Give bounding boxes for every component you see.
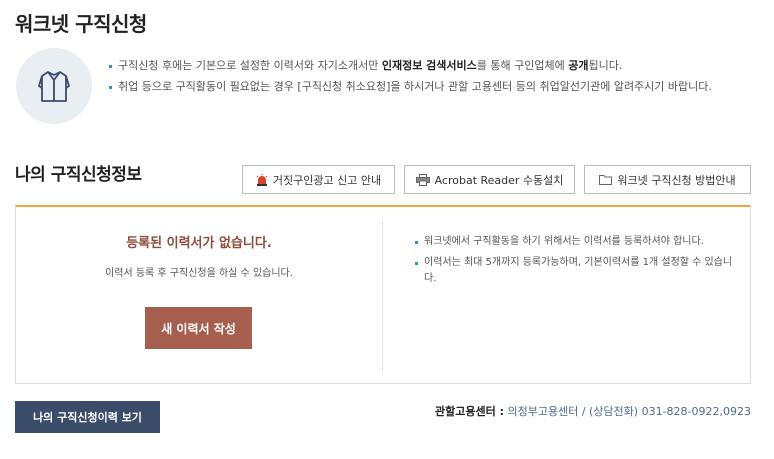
button-label: 워크넷 구직신청 방법안내 bbox=[617, 173, 736, 187]
printer-icon bbox=[415, 173, 430, 186]
button-label: 거짓구인광고 신고 안내 bbox=[272, 173, 382, 187]
create-resume-button[interactable]: 새 이력서 작성 bbox=[145, 307, 252, 349]
notice-item: 취업 등으로 구직활동이 필요없는 경우 [구직신청 취소요청]을 하시거나 관… bbox=[108, 78, 758, 95]
notice-item: 구직신청 후에는 기본으로 설정한 이력서와 자기소개서만 인재정보 검색서비스… bbox=[108, 57, 758, 74]
jobseek-info-panel: 등록된 이력서가 없습니다. 이력서 등록 후 구직신청을 하실 수 있습니다.… bbox=[15, 205, 751, 384]
panel-divider bbox=[382, 221, 383, 371]
jobseek-guide-button[interactable]: 워크넷 구직신청 방법안내 bbox=[584, 165, 751, 194]
empty-resume-title: 등록된 이력서가 없습니다. bbox=[126, 236, 272, 251]
folder-icon bbox=[599, 175, 613, 185]
resume-note: 이력서는 최대 5개까지 등록가능하며, 기본이력서를 1개 설정할 수 있습니… bbox=[414, 255, 736, 287]
employment-center-info: 관할고용센터 : 의정부고용센터 / (상담전화) 031-828-0922,0… bbox=[435, 403, 751, 419]
resume-notes: 워크넷에서 구직활동을 하기 위해서는 이력서를 등록하셔야 합니다. 이력서는… bbox=[414, 234, 736, 292]
siren-icon bbox=[256, 173, 268, 186]
button-label: Acrobat Reader 수동설치 bbox=[434, 173, 564, 187]
shirt-icon bbox=[38, 71, 70, 102]
page-title: 워크넷 구직신청 bbox=[15, 12, 147, 36]
empty-resume-description: 이력서 등록 후 구직신청을 하실 수 있습니다. bbox=[105, 268, 293, 279]
resume-note: 워크넷에서 구직활동을 하기 위해서는 이력서를 등록하셔야 합니다. bbox=[414, 234, 736, 250]
notice-list: 구직신청 후에는 기본으로 설정한 이력서와 자기소개서만 인재정보 검색서비스… bbox=[108, 57, 758, 99]
employment-center-value: 의정부고용센터 / (상담전화) 031-828-0922,0923 bbox=[507, 405, 751, 418]
employment-center-label: 관할고용센터 : bbox=[435, 405, 504, 418]
jobseek-history-button[interactable]: 나의 구직신청이력 보기 bbox=[15, 401, 160, 433]
section-title: 나의 구직신청정보 bbox=[15, 165, 142, 185]
shirt-icon-circle bbox=[16, 48, 92, 124]
acrobat-install-button[interactable]: Acrobat Reader 수동설치 bbox=[404, 165, 575, 194]
fake-job-ad-report-button[interactable]: 거짓구인광고 신고 안내 bbox=[242, 165, 395, 194]
